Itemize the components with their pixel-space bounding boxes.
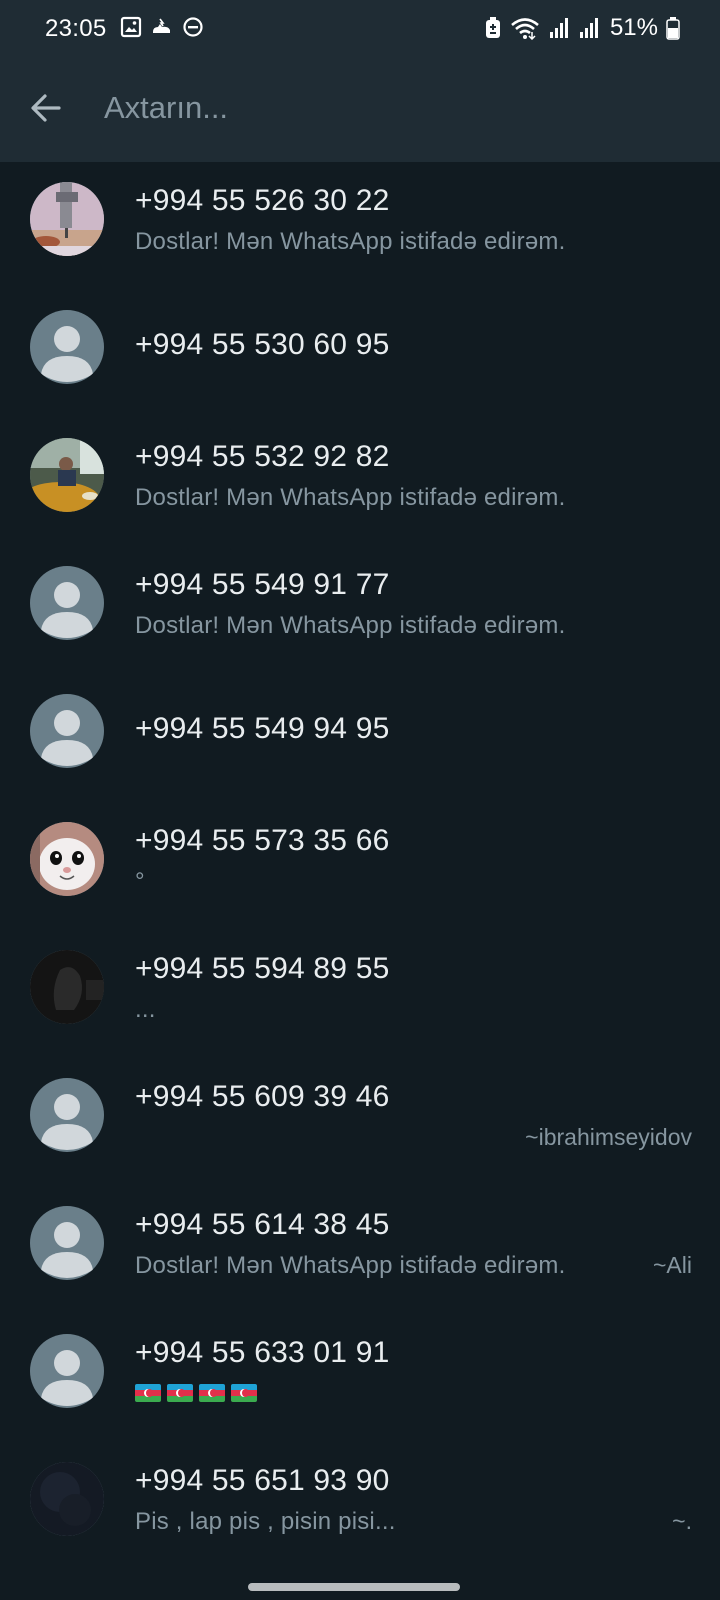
battery-saver-icon: [484, 16, 502, 40]
contact-row[interactable]: +994 55 651 93 90 Pis , lap pis , pisin …: [0, 1442, 720, 1570]
default-avatar-icon: [30, 1206, 104, 1280]
default-avatar-icon: [30, 1334, 104, 1408]
gallery-icon: [120, 16, 142, 38]
back-button[interactable]: [20, 82, 72, 134]
default-avatar-icon: [30, 694, 104, 768]
status-bar: 23:05 51%: [0, 0, 720, 58]
contact-about: Dostlar! Mən WhatsApp istifadə edirəm.: [135, 228, 566, 255]
contact-name: +994 55 526 30 22: [135, 184, 390, 217]
avatar: [30, 822, 104, 896]
contact-about: Dostlar! Mən WhatsApp istifadə edirəm.: [135, 484, 566, 511]
contact-row[interactable]: +994 55 549 94 95: [0, 674, 720, 802]
azerbaijan-flag-icon: [135, 1384, 161, 1402]
azerbaijan-flag-icon: [199, 1384, 225, 1402]
contact-about: Pis , lap pis , pisin pisi...: [135, 1508, 396, 1535]
arrow-left-icon: [29, 91, 63, 125]
contact-name: +994 55 573 35 66: [135, 824, 390, 857]
contact-pushname: ~Ali: [653, 1252, 692, 1278]
signal-icon: [548, 16, 570, 40]
contact-row[interactable]: +994 55 530 60 95: [0, 290, 720, 418]
gesture-nav-handle[interactable]: [248, 1583, 460, 1591]
contact-row[interactable]: +994 55 573 35 66 °: [0, 802, 720, 930]
contact-name: +994 55 614 38 45: [135, 1208, 390, 1241]
contact-about-flags: [135, 1384, 257, 1402]
avatar: [30, 438, 104, 512]
signal-icon: [578, 16, 600, 40]
battery-icon: [666, 16, 680, 40]
contact-about: Dostlar! Mən WhatsApp istifadə edirəm.: [135, 612, 566, 639]
contact-name: +994 55 651 93 90: [135, 1464, 390, 1497]
wifi-icon: [510, 16, 540, 40]
contact-name: +994 55 532 92 82: [135, 440, 390, 473]
contact-about: ...: [135, 996, 156, 1023]
contact-list: +994 55 526 30 22 Dostlar! Mən WhatsApp …: [0, 162, 720, 1570]
avatar: [30, 182, 104, 256]
search-input[interactable]: [104, 78, 684, 138]
do-not-disturb-icon: [182, 16, 204, 38]
default-avatar-icon: [30, 566, 104, 640]
contact-pushname: ~ibrahimseyidov: [525, 1124, 692, 1150]
contact-name: +994 55 594 89 55: [135, 952, 390, 985]
contact-row[interactable]: +994 55 633 01 91: [0, 1314, 720, 1442]
contact-name: +994 55 530 60 95: [135, 328, 390, 361]
contact-row[interactable]: +994 55 594 89 55 ...: [0, 930, 720, 1058]
azerbaijan-flag-icon: [167, 1384, 193, 1402]
default-avatar-icon: [30, 1078, 104, 1152]
contact-row[interactable]: +994 55 532 92 82 Dostlar! Mən WhatsApp …: [0, 418, 720, 546]
app-header: 23:05 51%: [0, 0, 720, 162]
contact-row[interactable]: +994 55 614 38 45 Dostlar! Mən WhatsApp …: [0, 1186, 720, 1314]
contact-row[interactable]: +994 55 549 91 77 Dostlar! Mən WhatsApp …: [0, 546, 720, 674]
contact-about: Dostlar! Mən WhatsApp istifadə edirəm.: [135, 1252, 566, 1279]
contact-name: +994 55 609 39 46: [135, 1080, 390, 1113]
default-avatar-icon: [30, 310, 104, 384]
avatar: [30, 950, 104, 1024]
status-time: 23:05: [45, 15, 107, 42]
battery-percent: 51%: [609, 14, 658, 41]
contact-pushname: ~.: [672, 1508, 692, 1534]
avatar: [30, 1462, 104, 1536]
contact-row[interactable]: +994 55 526 30 22 Dostlar! Mən WhatsApp …: [0, 162, 720, 290]
contact-name: +994 55 549 91 77: [135, 568, 390, 601]
contact-about: °: [135, 868, 145, 895]
azerbaijan-flag-icon: [231, 1384, 257, 1402]
contact-row[interactable]: +994 55 609 39 46 ~ibrahimseyidov: [0, 1058, 720, 1186]
contact-name: +994 55 633 01 91: [135, 1336, 390, 1369]
contact-name: +994 55 549 94 95: [135, 712, 390, 745]
camera-flash-icon: [150, 16, 174, 38]
search-bar: [0, 70, 720, 154]
